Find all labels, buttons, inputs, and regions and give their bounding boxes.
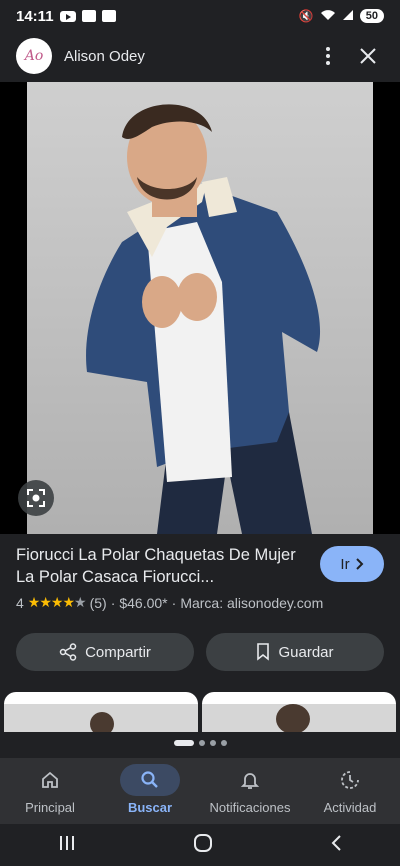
share-button[interactable]: Compartir bbox=[16, 633, 194, 671]
more-options-button[interactable] bbox=[312, 40, 344, 72]
nav-activity-label: Actividad bbox=[323, 800, 377, 815]
nav-notifications-label: Notificaciones bbox=[209, 800, 291, 815]
related-result-card[interactable] bbox=[202, 692, 396, 732]
go-button[interactable]: Ir bbox=[320, 546, 384, 582]
save-button-label: Guardar bbox=[278, 643, 334, 661]
mute-icon: 🔇 bbox=[298, 9, 314, 23]
battery-indicator: 50 bbox=[359, 9, 384, 23]
product-brand: Marca: alisonodey.com bbox=[180, 594, 324, 611]
pager-dot bbox=[209, 740, 216, 746]
nav-notifications[interactable]: Notificaciones bbox=[200, 764, 300, 815]
status-bar: 14:11 🔇 50 bbox=[0, 0, 400, 32]
signal-icon bbox=[342, 9, 354, 24]
product-title[interactable]: Fiorucci La Polar Chaquetas De Mujer La … bbox=[16, 544, 306, 588]
nav-home-label: Principal bbox=[25, 800, 75, 815]
pager-dot bbox=[198, 740, 205, 746]
related-results bbox=[0, 692, 400, 732]
result-header: Ao Alison Odey bbox=[0, 32, 400, 80]
pager-dot bbox=[220, 740, 227, 746]
site-logo[interactable]: Ao bbox=[16, 38, 52, 74]
review-count: (5) bbox=[89, 594, 107, 611]
share-icon bbox=[59, 643, 77, 661]
separator: · bbox=[110, 594, 116, 611]
save-button[interactable]: Guardar bbox=[206, 633, 384, 671]
status-right: 🔇 50 bbox=[299, 9, 384, 24]
rating-stars-icon: ★★★★★ bbox=[27, 594, 87, 610]
wifi-icon bbox=[320, 9, 336, 24]
image-viewer bbox=[0, 82, 400, 534]
share-button-label: Compartir bbox=[85, 643, 151, 661]
app-notification-icon bbox=[81, 10, 96, 22]
notification-icon bbox=[101, 10, 116, 22]
bottom-navigation: Principal Buscar Notificaciones Activida… bbox=[0, 758, 400, 824]
close-button[interactable] bbox=[352, 40, 384, 72]
action-buttons: Compartir Guardar bbox=[16, 633, 384, 671]
youtube-notification-icon bbox=[59, 10, 76, 22]
system-navigation bbox=[0, 824, 400, 866]
home-system-button[interactable] bbox=[193, 833, 213, 858]
search-icon bbox=[141, 771, 158, 788]
nav-search-label: Buscar bbox=[127, 800, 173, 815]
related-result-card[interactable] bbox=[4, 692, 198, 732]
nav-home[interactable]: Principal bbox=[0, 764, 100, 815]
bell-icon bbox=[240, 773, 260, 789]
recent-apps-button[interactable] bbox=[58, 834, 76, 857]
recent-apps-icon bbox=[60, 835, 75, 850]
status-left: 14:11 bbox=[16, 8, 116, 25]
home-circle-icon bbox=[193, 833, 212, 852]
back-button[interactable] bbox=[330, 834, 342, 857]
more-vert-icon bbox=[326, 47, 330, 65]
nav-search[interactable]: Buscar bbox=[100, 764, 200, 815]
pager-dot-active bbox=[173, 740, 194, 746]
product-image[interactable] bbox=[27, 82, 373, 534]
site-logo-text: Ao bbox=[24, 48, 44, 64]
google-lens-icon bbox=[27, 489, 45, 507]
home-icon bbox=[42, 771, 58, 788]
close-icon bbox=[360, 48, 376, 64]
bookmark-icon bbox=[257, 643, 270, 661]
nav-activity[interactable]: Actividad bbox=[300, 764, 400, 815]
product-photo-illustration bbox=[86, 104, 321, 534]
status-time: 14:11 bbox=[16, 7, 54, 25]
product-meta: 4 ★★★★★ (5) · $46.00* · Marca: alisonode… bbox=[16, 594, 384, 611]
separator: · bbox=[171, 594, 177, 611]
image-pager bbox=[0, 740, 400, 746]
site-name[interactable]: Alison Odey bbox=[64, 48, 304, 65]
go-button-label: Ir bbox=[340, 555, 350, 573]
product-price: $46.00* bbox=[119, 594, 168, 611]
chevron-right-icon bbox=[355, 558, 363, 570]
lens-search-button[interactable] bbox=[18, 480, 54, 516]
rating-value: 4 bbox=[16, 594, 24, 611]
back-chevron-icon bbox=[331, 834, 341, 851]
product-info: Fiorucci La Polar Chaquetas De Mujer La … bbox=[16, 544, 384, 611]
activity-icon bbox=[341, 771, 359, 789]
